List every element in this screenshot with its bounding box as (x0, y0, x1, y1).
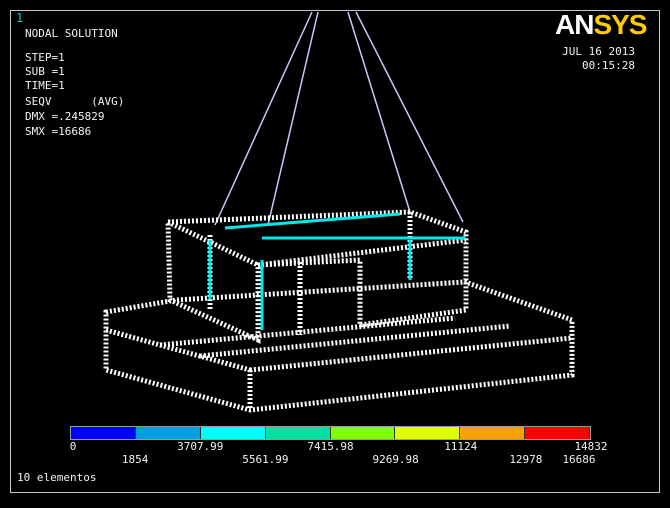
legend-swatch (200, 427, 266, 439)
legend-label-bottom: 1854 (121, 453, 149, 466)
legend-swatch (71, 427, 136, 439)
legend-label-bottom: 16686 (562, 453, 596, 466)
upper-frame (165, 209, 469, 344)
legend-swatch (525, 427, 590, 439)
legend-swatch (265, 427, 331, 439)
legend-swatch (330, 427, 396, 439)
legend-label-top: 11124 (444, 440, 478, 453)
legend-label-bottom: 12978 (509, 453, 543, 466)
lifting-cables (214, 11, 464, 226)
legend-label-top: 14832 (574, 440, 608, 453)
legend-swatch (135, 427, 201, 439)
legend-label-top: 0 (69, 440, 77, 453)
legend-label-top: 3707.99 (177, 440, 224, 453)
lower-frame (103, 279, 575, 413)
legend-label-top: 7415.98 (307, 440, 354, 453)
legend-swatch (460, 427, 526, 439)
legend-swatch (395, 427, 461, 439)
legend-label-bottom: 5561.99 (242, 453, 289, 466)
element-count-label: 10 elementos (17, 471, 97, 484)
legend-label-bottom: 9269.98 (372, 453, 419, 466)
contour-legend-bar (70, 426, 591, 440)
stressed-members (208, 212, 465, 330)
